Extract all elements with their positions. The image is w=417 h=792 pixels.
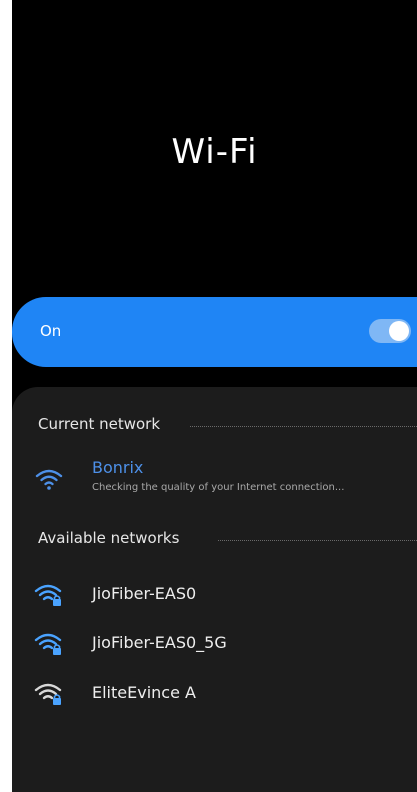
wifi-settings-screen: Wi-Fi On Current network Bonrix Checking… [12, 0, 417, 792]
network-name: JioFiber-EAS0_5G [92, 633, 227, 652]
wifi-toggle-bar[interactable]: On [12, 297, 417, 367]
available-networks-label: Available networks [38, 529, 180, 547]
current-network-item[interactable]: Bonrix Checking the quality of your Inte… [12, 458, 417, 502]
wifi-lock-icon [34, 683, 62, 705]
switch-knob [389, 321, 409, 341]
wifi-toggle-switch[interactable] [369, 319, 411, 343]
networks-panel: Current network Bonrix Checking the qual… [12, 387, 417, 792]
current-network-label: Current network [38, 415, 161, 433]
wifi-toggle-label: On [40, 322, 62, 340]
current-network-header: Current network [38, 415, 417, 437]
network-name: EliteEvince A [92, 683, 196, 702]
wifi-lock-icon [34, 584, 62, 606]
network-name: JioFiber-EAS0 [92, 584, 197, 603]
network-item-eliteevince-a[interactable]: EliteEvince A [12, 673, 417, 717]
network-item-jiofiber-eas0-5g[interactable]: JioFiber-EAS0_5G [12, 623, 417, 667]
divider [218, 540, 417, 541]
available-networks-header: Available networks [38, 529, 417, 551]
wifi-signal-icon [35, 469, 63, 490]
current-network-name: Bonrix [92, 458, 144, 477]
page-title: Wi-Fi [171, 132, 258, 172]
divider [190, 426, 417, 427]
network-item-jiofiber-eas0[interactable]: JioFiber-EAS0 [12, 574, 417, 618]
wifi-lock-icon [34, 633, 62, 655]
current-network-status: Checking the quality of your Internet co… [92, 482, 345, 493]
